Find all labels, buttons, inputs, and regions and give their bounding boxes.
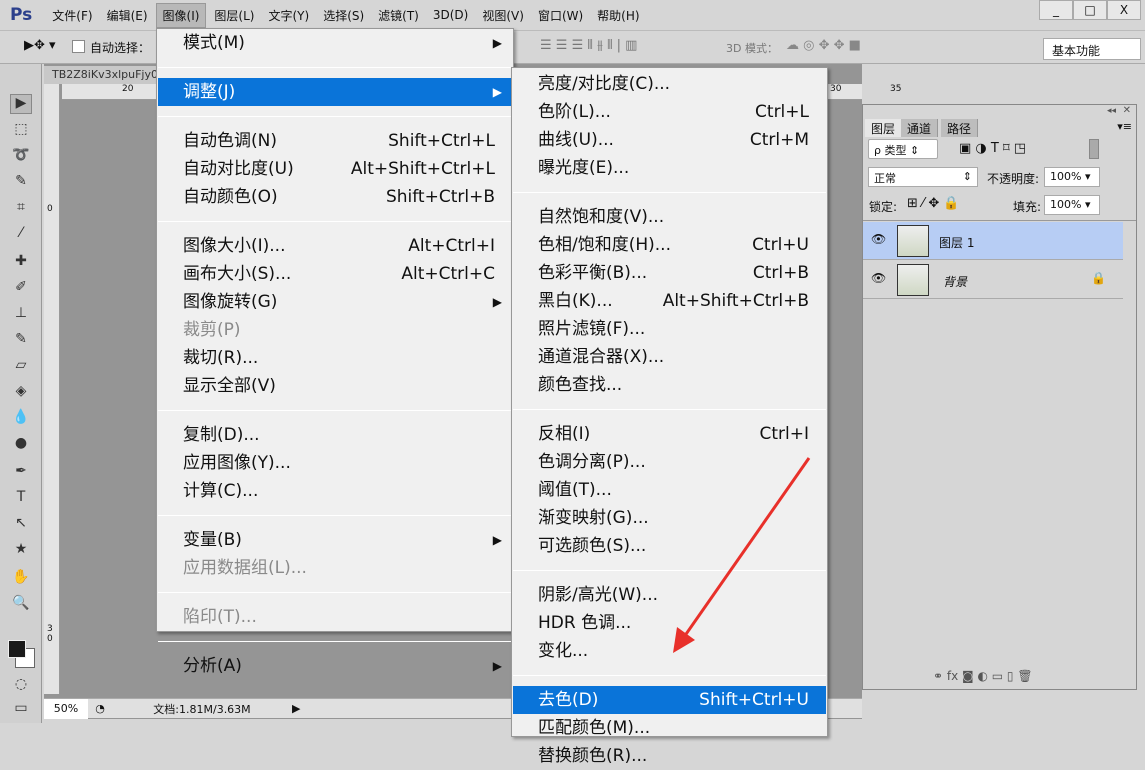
annotation-arrow xyxy=(673,457,811,653)
menu-item[interactable]: 替换颜色(R)... xyxy=(513,742,826,770)
menu-item-label: 替换颜色(R)... xyxy=(538,746,648,766)
